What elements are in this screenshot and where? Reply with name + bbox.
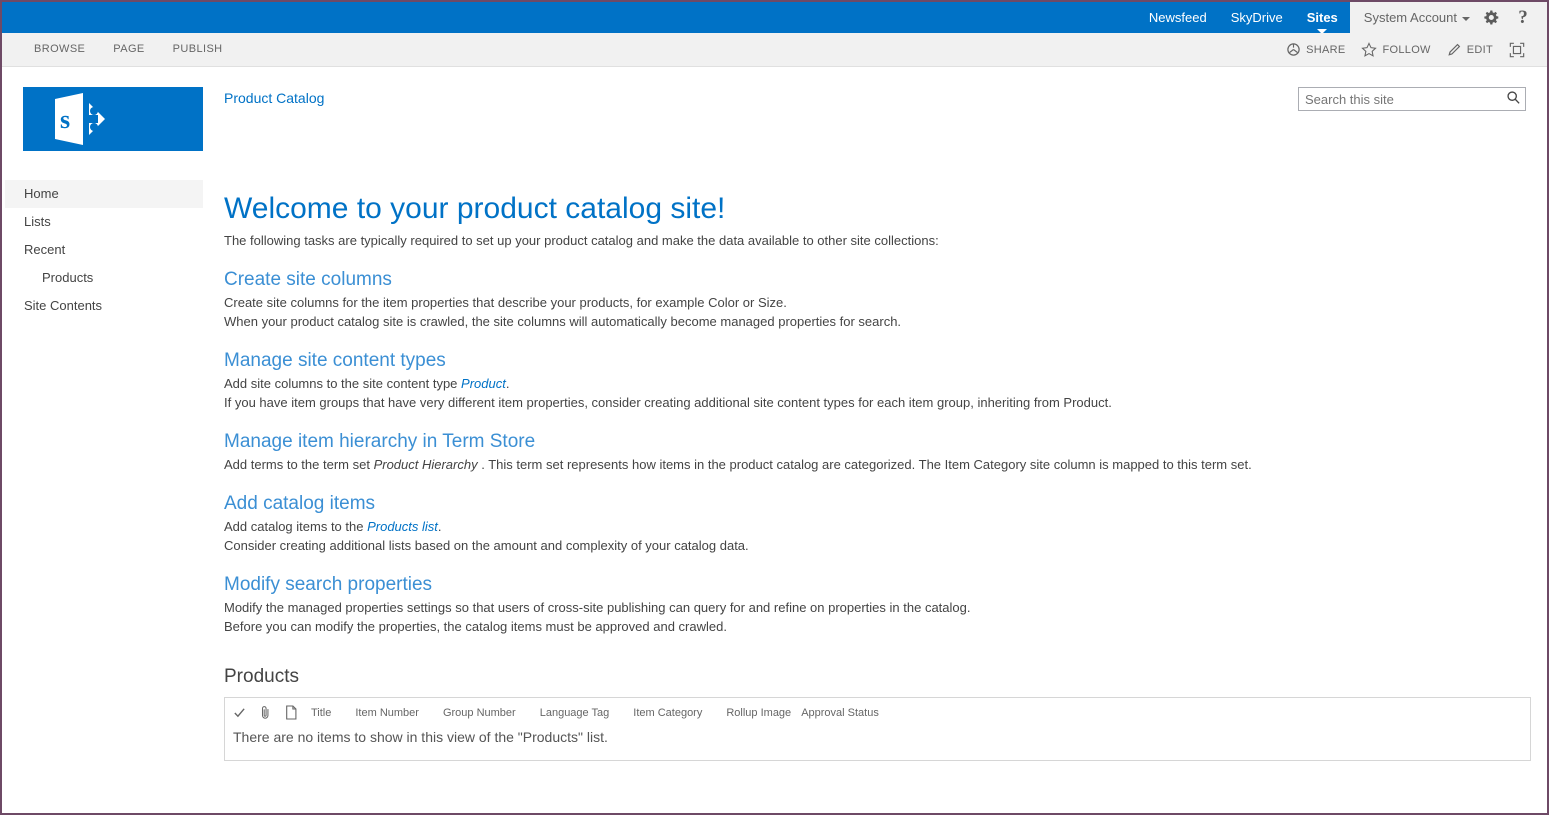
task-line-2: Before you can modify the properties, th… <box>224 619 727 634</box>
task-line-2: Consider creating additional lists based… <box>224 538 749 553</box>
task-line-1: Modify the managed properties settings s… <box>224 599 1531 616</box>
task-title-link[interactable]: Manage item hierarchy in Term Store <box>224 430 1531 454</box>
edit-label: EDIT <box>1466 43 1493 56</box>
task-title-link[interactable]: Add catalog items <box>224 492 1531 516</box>
gear-icon[interactable] <box>1476 2 1506 33</box>
suite-bar: Newsfeed SkyDrive Sites System Account ? <box>2 2 1547 34</box>
task-title-link[interactable]: Manage site content types <box>224 349 1531 373</box>
check-icon[interactable] <box>233 706 259 719</box>
chevron-down-icon <box>1462 16 1470 21</box>
follow-button[interactable]: FOLLOW <box>1355 41 1436 58</box>
account-name: System Account <box>1363 10 1457 25</box>
sharepoint-logo[interactable]: s <box>23 87 203 151</box>
column-header-rollup-image[interactable]: Rollup Image <box>726 707 801 719</box>
task-line-2: When your product catalog site is crawle… <box>224 314 902 329</box>
task-text-end: . This term set represents how items in … <box>477 457 1252 472</box>
star-icon <box>1361 41 1378 58</box>
left-navigation: Home Lists Recent Products Site Contents <box>5 180 203 320</box>
search-icon <box>1506 90 1521 108</box>
column-header-item-category[interactable]: Item Category <box>633 707 726 719</box>
suite-nav: Newsfeed SkyDrive Sites <box>1137 2 1350 34</box>
task-modify-search-properties: Modify search properties Modify the mana… <box>224 573 1531 635</box>
webpart-title: Products <box>224 666 299 687</box>
product-content-type-link[interactable]: Product <box>461 376 506 391</box>
task-line-1: Add catalog items to the Products list. <box>224 518 1531 535</box>
task-line-1: Add site columns to the site content typ… <box>224 375 1531 392</box>
document-icon[interactable] <box>285 705 311 720</box>
suite-link-newsfeed[interactable]: Newsfeed <box>1137 2 1219 33</box>
share-icon <box>1286 42 1301 57</box>
products-list-link[interactable]: Products list <box>367 519 438 534</box>
task-title-link[interactable]: Modify search properties <box>224 573 1531 597</box>
empty-list-message: There are no items to show in this view … <box>233 729 608 745</box>
ribbon-tab-browse[interactable]: BROWSE <box>20 33 99 66</box>
column-header-language-tag[interactable]: Language Tag <box>540 707 634 719</box>
search-input[interactable] <box>1299 88 1501 110</box>
share-button[interactable]: SHARE <box>1280 42 1351 57</box>
page-title: Welcome to your product catalog site! <box>224 192 726 225</box>
suite-link-sites[interactable]: Sites <box>1295 2 1350 34</box>
suite-bar-right: System Account ? <box>1349 2 1547 33</box>
help-icon[interactable]: ? <box>1508 2 1538 33</box>
task-manage-site-content-types: Manage site content types Add site colum… <box>224 349 1531 411</box>
ribbon-tab-page[interactable]: PAGE <box>99 33 158 66</box>
svg-text:s: s <box>60 105 70 134</box>
task-text-end: . <box>437 519 442 534</box>
task-line-1: Add terms to the term set Product Hierar… <box>224 456 1531 473</box>
search-button[interactable] <box>1501 88 1525 110</box>
user-account-menu[interactable]: System Account <box>1364 10 1474 25</box>
column-header-group-number[interactable]: Group Number <box>443 707 540 719</box>
sidebar-item-home[interactable]: Home <box>5 180 203 208</box>
ribbon-actions: SHARE FOLLOW EDIT <box>1280 41 1547 58</box>
ribbon-tabs: BROWSE PAGE PUBLISH <box>20 33 237 66</box>
task-add-catalog-items: Add catalog items Add catalog items to t… <box>224 492 1531 554</box>
sidebar-item-recent[interactable]: Recent <box>5 236 203 264</box>
task-text: Add catalog items to the <box>224 519 368 534</box>
breadcrumb-site-title[interactable]: Product Catalog <box>224 90 324 106</box>
pencil-icon <box>1447 42 1462 57</box>
task-text-end: . <box>505 376 510 391</box>
search-box <box>1298 87 1526 111</box>
sidebar-item-site-contents[interactable]: Site Contents <box>5 292 203 320</box>
follow-label: FOLLOW <box>1382 43 1431 56</box>
column-header-approval-status[interactable]: Approval Status <box>801 707 903 719</box>
products-webpart: Products Title Item Number Group Number … <box>224 666 1531 761</box>
task-title-link[interactable]: Create site columns <box>224 268 1531 292</box>
paperclip-icon[interactable] <box>259 705 285 720</box>
task-text: Create site columns for the item propert… <box>224 295 787 310</box>
edit-button[interactable]: EDIT <box>1441 42 1499 57</box>
task-line-1: Create site columns for the item propert… <box>224 294 1531 311</box>
task-text: Add terms to the term set <box>224 457 374 472</box>
sidebar-item-lists[interactable]: Lists <box>5 208 203 236</box>
list-header-row: Title Item Number Group Number Language … <box>225 698 1530 727</box>
task-create-site-columns: Create site columns Create site columns … <box>224 268 1531 330</box>
column-header-item-number[interactable]: Item Number <box>355 707 443 719</box>
task-text: Add site columns to the site content typ… <box>224 376 462 391</box>
column-header-title[interactable]: Title <box>311 707 355 719</box>
focus-on-content-button[interactable] <box>1503 42 1531 58</box>
task-manage-item-hierarchy: Manage item hierarchy in Term Store Add … <box>224 430 1531 473</box>
products-list-frame: Title Item Number Group Number Language … <box>224 697 1531 761</box>
sharepoint-page: Newsfeed SkyDrive Sites System Account ?… <box>0 0 1549 815</box>
ribbon-bar: BROWSE PAGE PUBLISH SHARE FOLLOW EDIT <box>2 33 1547 67</box>
product-hierarchy-term: Product Hierarchy <box>373 457 478 472</box>
main-content: Welcome to your product catalog site! Th… <box>224 190 1531 761</box>
intro-text: The following tasks are typically requir… <box>224 233 939 248</box>
task-line-2: If you have item groups that have very d… <box>224 395 1112 410</box>
suite-link-skydrive[interactable]: SkyDrive <box>1219 2 1295 33</box>
sidebar-item-products[interactable]: Products <box>5 264 203 292</box>
ribbon-tab-publish[interactable]: PUBLISH <box>159 33 237 66</box>
focus-on-content-icon <box>1509 42 1525 58</box>
share-label: SHARE <box>1306 43 1346 56</box>
task-text: Modify the managed properties settings s… <box>224 600 971 615</box>
